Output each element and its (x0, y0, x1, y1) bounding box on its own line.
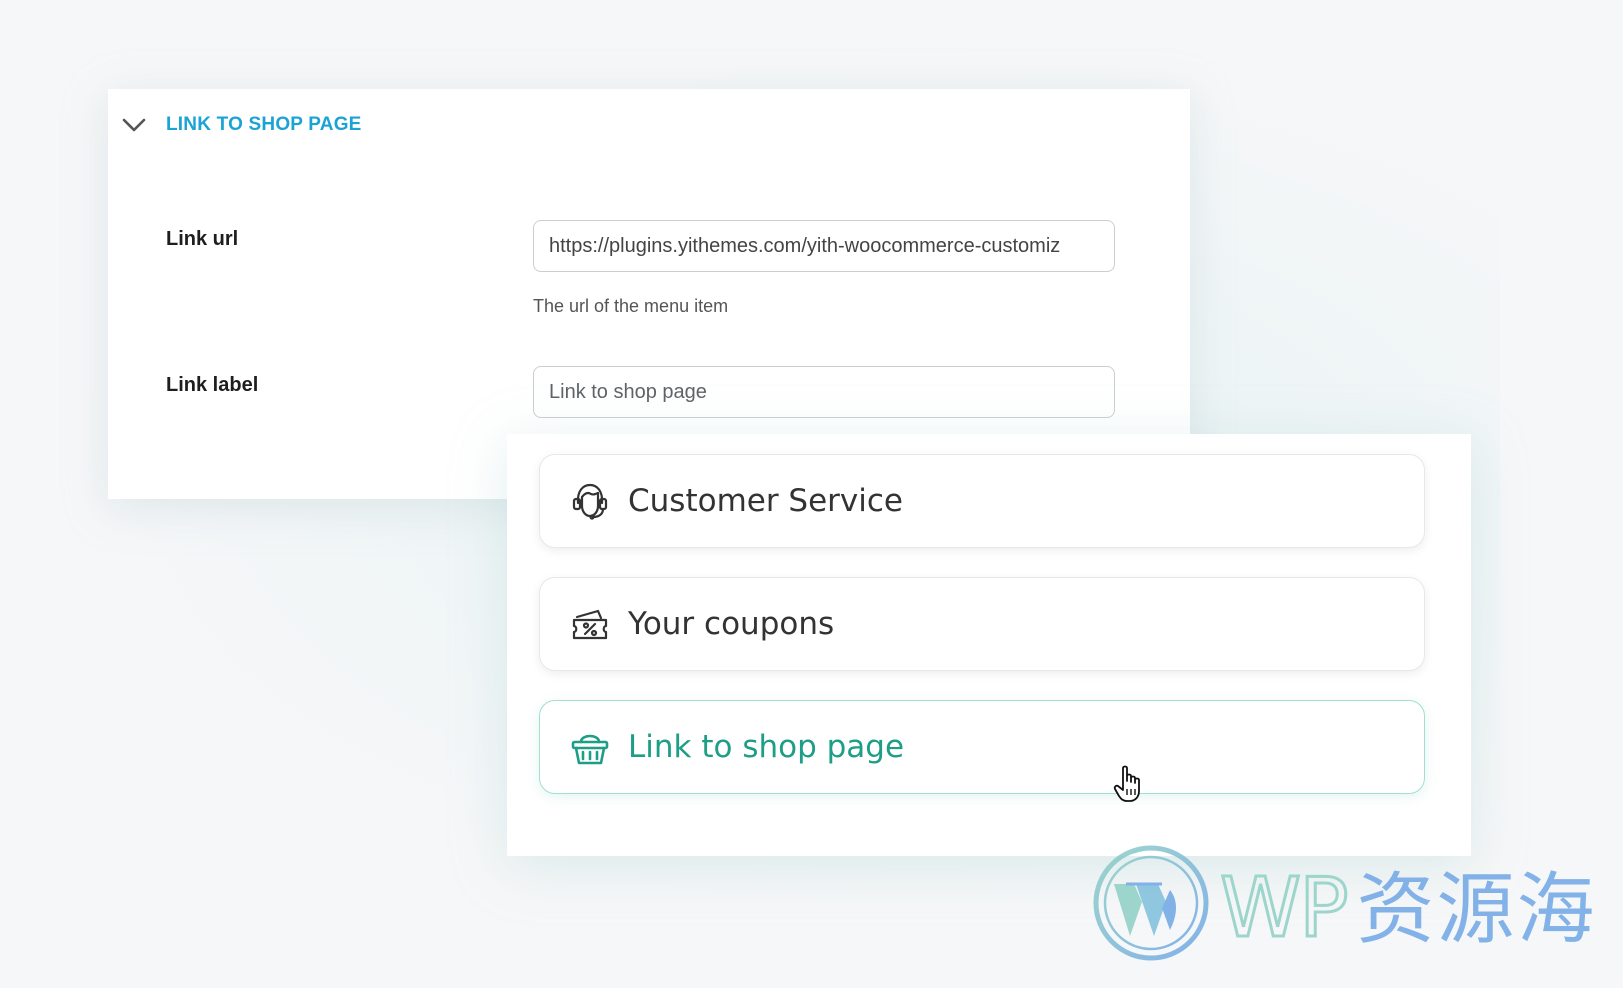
menu-item-your-coupons[interactable]: Your coupons (539, 577, 1425, 671)
link-url-help: The url of the menu item (533, 296, 729, 316)
link-url-label: Link url (166, 228, 239, 250)
menu-item-label: Your coupons (628, 606, 835, 642)
link-label-label: Link label (166, 374, 259, 396)
link-url-input[interactable] (533, 220, 1115, 272)
menu-item-link-to-shop-page[interactable]: Link to shop page (539, 700, 1425, 794)
watermark-cjk-text: 资源海 (1356, 865, 1597, 955)
menu-item-label: Link to shop page (628, 729, 905, 765)
customer-service-icon (568, 479, 612, 523)
link-label-input[interactable] (533, 366, 1115, 418)
section-toggle[interactable]: LINK TO SHOP PAGE (122, 103, 362, 147)
section-title: LINK TO SHOP PAGE (166, 114, 362, 135)
watermark-latin-text: WP (1219, 860, 1351, 958)
menu-item-label: Customer Service (628, 483, 904, 519)
watermark: WP 资源海 (1092, 844, 1597, 962)
chevron-down-icon[interactable] (122, 113, 146, 137)
hand-cursor-icon (1112, 764, 1148, 804)
menu-item-customer-service[interactable]: Customer Service (539, 454, 1425, 548)
menu-preview-panel: Customer Service Your coupons Link to sh… (507, 434, 1471, 856)
coupon-icon (568, 602, 612, 646)
wordpress-logo-icon (1092, 844, 1210, 962)
basket-icon (568, 725, 612, 769)
